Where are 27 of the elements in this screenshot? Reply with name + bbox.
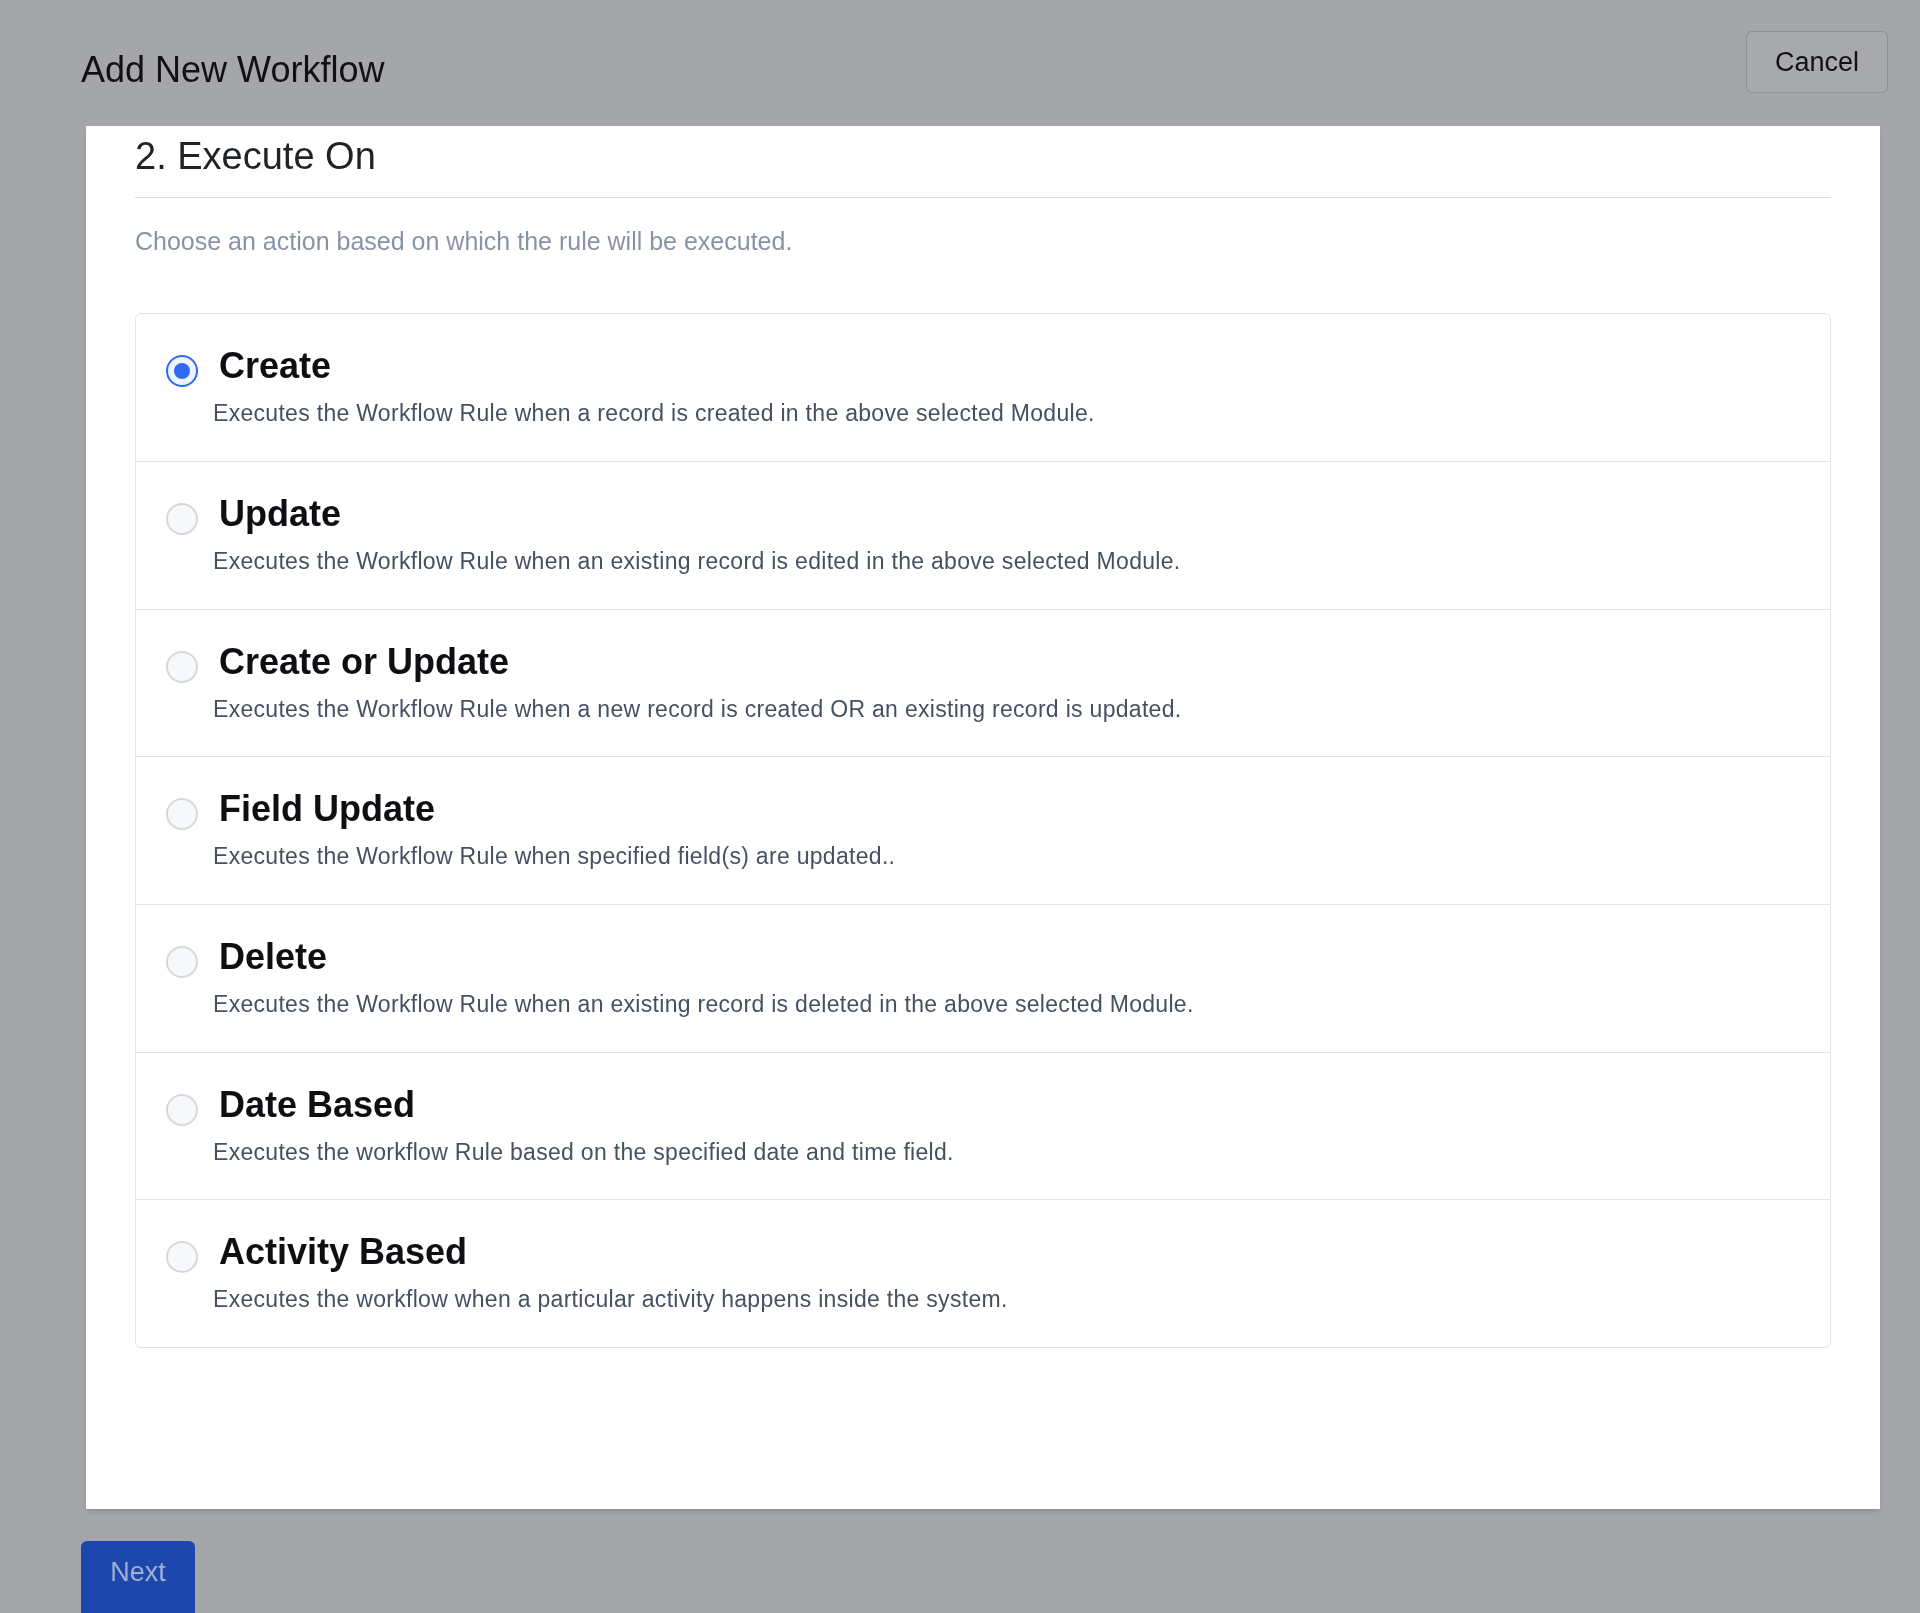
section-description: Choose an action based on which the rule will be executed. [135,226,794,258]
option-title: Delete [219,935,329,980]
option-description: Executes the Workflow Rule when an existing record is deleted in the above selected Module. [213,990,1194,1020]
option-title: Field Update [219,787,437,832]
option-row[interactable]: Date Based Executes the workflow Rule based on the specified date and time field. [136,1051,1830,1200]
option-row[interactable]: Update Executes the Workflow Rule when an existing record is edited in the above selected Module. [136,461,1830,609]
option-title: Date Based [219,1082,417,1127]
option-row[interactable]: Activity Based Executes the workflow when a particular activity happens inside the system. [136,1199,1830,1347]
option-title: Create [219,343,333,388]
section-title: 2. Execute On [135,134,377,180]
option-description: Executes the workflow when a particular activity happens inside the system. [213,1285,1008,1315]
page-title: Add New Workflow [81,48,385,92]
next-button[interactable]: Next [81,1541,195,1613]
option-title: Update [219,492,342,537]
option-row[interactable]: Delete Executes the Workflow Rule when an existing record is deleted in the above selected Module. [136,904,1830,1052]
option-row[interactable]: Create Executes the Workflow Rule when a record is created in the above selected Module. [136,313,1830,462]
option-description: Executes the Workflow Rule when a record is created in the above selected Module. [213,398,1095,428]
radio-button[interactable] [166,354,198,387]
option-description: Executes the Workflow Rule when an existing record is edited in the above selected Module. [213,547,1181,577]
option-description: Executes the workflow Rule based on the specified date and time field. [213,1137,954,1167]
option-description: Executes the Workflow Rule when specified field(s) are updated.. [213,842,896,872]
option-row[interactable]: Field Update Executes the Workflow Rule when specified field(s) are updated.. [136,756,1830,905]
option-title: Create or Update [219,639,511,684]
option-description: Executes the Workflow Rule when a new record is created OR an existing record is updated. [213,694,1182,724]
cancel-button[interactable]: Cancel [1746,31,1888,93]
option-row[interactable]: Create or Update Executes the Workflow Rule when a new record is created OR an existing record is updated. [136,608,1830,757]
option-title: Activity Based [219,1230,469,1275]
